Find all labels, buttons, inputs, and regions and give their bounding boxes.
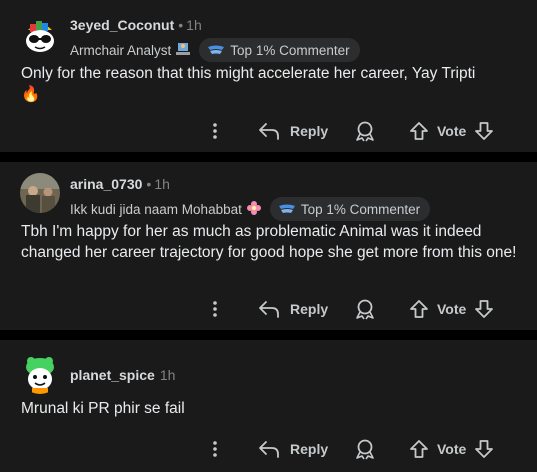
badge-label: Top 1% Commenter [300,201,421,217]
comment-body: Tbh I'm happy for her as much as problem… [21,221,521,263]
award-icon [356,439,374,460]
username[interactable]: arina_0730 [70,176,142,192]
reply-label: Reply [290,441,329,457]
top-commenter-icon [278,204,295,213]
vote-label: Vote [437,441,467,457]
comment-actions: Reply Vote [0,434,537,464]
more-vertical-icon [213,441,217,457]
top-commenter-icon [208,45,225,54]
username[interactable]: planet_spice [70,367,155,383]
award-icon [356,121,374,142]
timestamp: 1h [159,367,176,383]
reply-label: Reply [290,301,329,317]
vote-control: Vote [409,116,494,146]
timestamp: 1h [186,17,202,33]
more-vertical-icon [213,301,217,317]
comment-meta: planet_spice 1h [70,367,175,383]
downvote-arrow-icon[interactable] [474,121,494,141]
reply-button[interactable]: Reply [258,116,328,146]
award-icon [356,299,374,320]
upvote-arrow-icon[interactable] [409,439,429,459]
reply-button[interactable]: Reply [258,434,328,464]
vote-label: Vote [437,301,467,317]
reply-arrow-icon [259,301,279,318]
avatar[interactable] [20,16,60,56]
separator-dot: • [146,176,152,192]
separator-dot: • [178,17,184,33]
comment-actions: Reply Vote [0,116,537,146]
flair-row: Ikk kudi jida naam Mohabbat Top 1% Comme… [70,197,431,221]
comment-meta: arina_0730 • 1h [70,176,170,192]
flair-flower-icon [246,200,262,219]
top-commenter-badge: Top 1% Commenter [199,38,360,62]
reply-button[interactable]: Reply [258,294,328,324]
comment-text: Tbh I'm happy for her as much as problem… [21,223,517,261]
more-options-button[interactable] [206,434,224,464]
username[interactable]: 3eyed_Coconut [70,17,174,33]
award-button[interactable] [354,116,376,146]
reply-arrow-icon [259,441,279,458]
downvote-arrow-icon[interactable] [474,299,494,319]
more-options-button[interactable] [206,294,224,324]
vote-label: Vote [437,123,467,139]
more-vertical-icon [213,123,217,139]
user-flair: Ikk kudi jida naam Mohabbat [70,201,242,217]
timestamp: 1h [154,176,170,192]
badge-label: Top 1% Commenter [230,42,350,58]
fire-emoji: 🔥 [21,86,41,103]
award-button[interactable] [354,434,376,464]
upvote-arrow-icon[interactable] [409,299,429,319]
user-flair: Armchair Analyst [70,42,172,58]
comment-card: planet_spice 1h Mrunal ki PR phir se fail… [0,340,537,472]
reply-arrow-icon [259,123,279,140]
vote-control: Vote [409,434,494,464]
upvote-arrow-icon[interactable] [409,121,429,141]
top-commenter-badge: Top 1% Commenter [269,197,431,221]
comment-body: Only for the reason that this might acce… [21,63,521,105]
avatar[interactable] [20,173,60,213]
award-button[interactable] [354,294,376,324]
vote-control: Vote [409,294,494,324]
avatar[interactable] [20,354,60,394]
comment-card: arina_0730 • 1h Ikk kudi jida naam Mohabba… [0,162,537,330]
comment-meta: 3eyed_Coconut • 1h [70,17,202,33]
comment-body: Mrunal ki PR phir se fail [21,398,521,419]
comment-card: 3eyed_Coconut • 1h Armchair Analyst Top 1%… [0,0,537,152]
flair-row: Armchair Analyst Top 1% Commenter [70,38,360,62]
flair-laptop-icon [175,42,191,59]
downvote-arrow-icon[interactable] [474,439,494,459]
more-options-button[interactable] [206,116,224,146]
comment-text: Only for the reason that this might acce… [21,65,476,82]
comment-actions: Reply Vote [0,294,537,324]
comment-text: Mrunal ki PR phir se fail [21,400,185,417]
reply-label: Reply [290,123,329,139]
